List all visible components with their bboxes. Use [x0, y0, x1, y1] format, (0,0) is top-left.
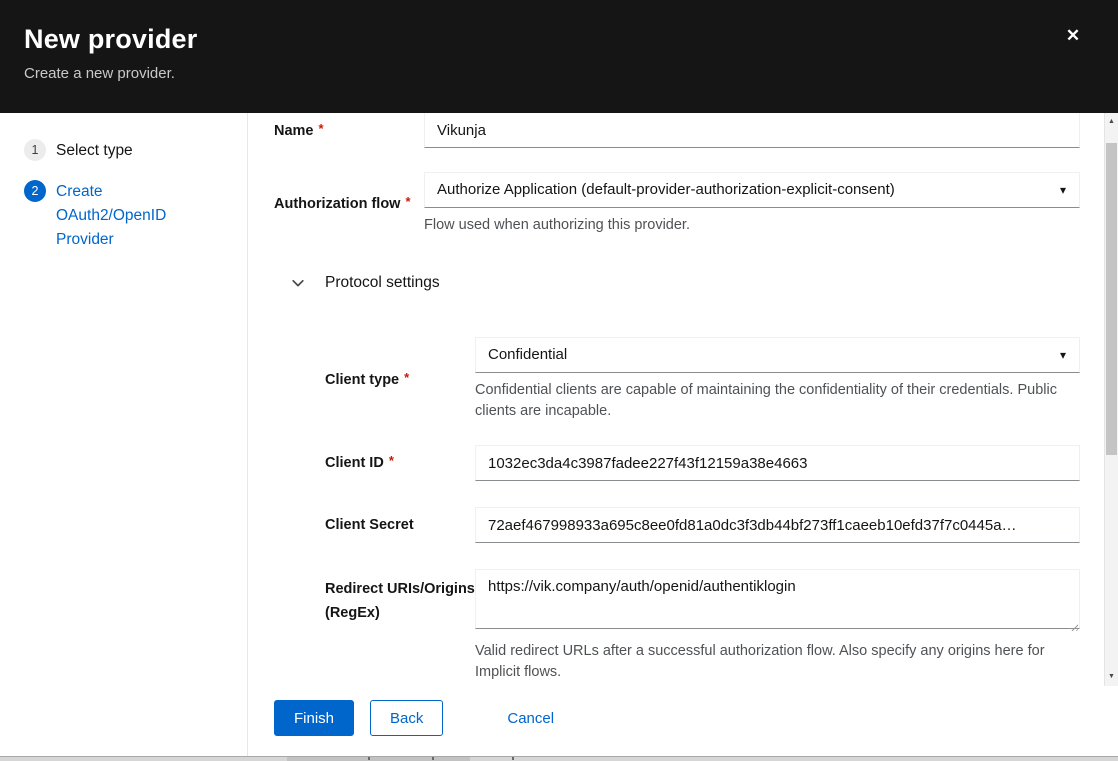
- field-row-redirect-uris: Redirect URIs/Origins (RegEx) https://vi…: [325, 569, 1080, 683]
- clipped-glyph: [432, 757, 434, 760]
- close-icon[interactable]: ✕: [1062, 25, 1084, 47]
- required-asterisk: *: [404, 366, 409, 390]
- protocol-settings-label: Protocol settings: [325, 274, 440, 292]
- required-asterisk: *: [389, 449, 394, 473]
- client-id-label-wrap: Client ID *: [325, 445, 475, 481]
- authorization-flow-help: Flow used when authorizing this provider…: [424, 215, 1080, 236]
- client-id-input[interactable]: [475, 445, 1080, 481]
- redirect-uris-label-wrap: Redirect URIs/Origins (RegEx): [325, 569, 475, 683]
- required-asterisk: *: [319, 120, 324, 138]
- authorization-flow-selected-value: Authorize Application (default-provider-…: [437, 181, 895, 198]
- authorization-flow-select[interactable]: Authorize Application (default-provider-…: [424, 172, 1080, 208]
- caret-down-icon: ▾: [1060, 338, 1066, 372]
- field-row-client-id: Client ID *: [325, 445, 1080, 481]
- back-button[interactable]: Back: [370, 700, 443, 736]
- wizard-footer: Finish Back Cancel: [249, 686, 1118, 757]
- client-type-help: Confidential clients are capable of main…: [475, 380, 1080, 422]
- clipped-content-strip: [0, 756, 1118, 761]
- client-type-select[interactable]: Confidential ▾: [475, 337, 1080, 373]
- client-type-selected-value: Confidential: [488, 346, 567, 363]
- caret-down-icon: ▾: [1060, 173, 1066, 207]
- authorization-flow-label-wrap: Authorization flow *: [274, 172, 424, 236]
- redirect-uris-label: Redirect URIs/Origins (RegEx): [325, 577, 475, 625]
- modal-header: New provider Create a new provider. ✕: [0, 0, 1118, 113]
- client-type-label: Client type: [325, 368, 399, 392]
- clipped-glyph: [512, 757, 514, 760]
- field-row-name: Name *: [274, 113, 1080, 148]
- vertical-scrollbar[interactable]: ▲ ▼: [1104, 113, 1118, 686]
- cancel-button[interactable]: Cancel: [507, 700, 554, 736]
- clipped-element-edge: [287, 757, 470, 761]
- client-secret-label-wrap: Client Secret: [325, 507, 475, 543]
- client-secret-label: Client Secret: [325, 513, 414, 537]
- protocol-settings-expander[interactable]: Protocol settings: [291, 274, 1080, 292]
- modal-subtitle: Create a new provider.: [24, 65, 1118, 82]
- field-row-client-secret: Client Secret: [325, 507, 1080, 543]
- redirect-uris-help: Valid redirect URLs after a successful a…: [475, 641, 1080, 683]
- wizard-step-select-type[interactable]: 1 Select type: [24, 139, 231, 163]
- clipped-glyph: [368, 757, 370, 760]
- provider-form: Name * Authorization flow * Authorize Ap…: [274, 113, 1080, 683]
- step-label: Select type: [56, 139, 178, 163]
- step-number-badge: 1: [24, 139, 46, 161]
- client-type-label-wrap: Client type *: [325, 337, 475, 422]
- scroll-up-icon[interactable]: ▲: [1105, 115, 1118, 129]
- field-row-authorization-flow: Authorization flow * Authorize Applicati…: [274, 172, 1080, 236]
- scroll-down-icon[interactable]: ▼: [1105, 670, 1118, 684]
- step-label: Create OAuth2/OpenID Provider: [56, 180, 178, 252]
- client-id-label: Client ID: [325, 451, 384, 475]
- client-secret-input[interactable]: [475, 507, 1080, 543]
- wizard-nav: 1 Select type 2 Create OAuth2/OpenID Pro…: [0, 113, 248, 757]
- chevron-down-icon: [291, 276, 305, 290]
- step-number-badge: 2: [24, 180, 46, 202]
- form-scroll-area: Name * Authorization flow * Authorize Ap…: [249, 113, 1118, 686]
- name-label-wrap: Name *: [274, 113, 424, 148]
- redirect-uris-textarea[interactable]: https://vik.company/auth/openid/authenti…: [475, 569, 1080, 629]
- wizard-step-create-provider[interactable]: 2 Create OAuth2/OpenID Provider: [24, 180, 231, 252]
- authorization-flow-label: Authorization flow: [274, 195, 400, 213]
- required-asterisk: *: [405, 193, 410, 211]
- field-row-client-type: Client type * Confidential ▾ Confidentia…: [325, 337, 1080, 422]
- name-label: Name: [274, 122, 314, 140]
- finish-button[interactable]: Finish: [274, 700, 354, 736]
- name-input[interactable]: [424, 113, 1080, 148]
- page-title: New provider: [24, 24, 1118, 55]
- scrollbar-thumb[interactable]: [1106, 143, 1117, 455]
